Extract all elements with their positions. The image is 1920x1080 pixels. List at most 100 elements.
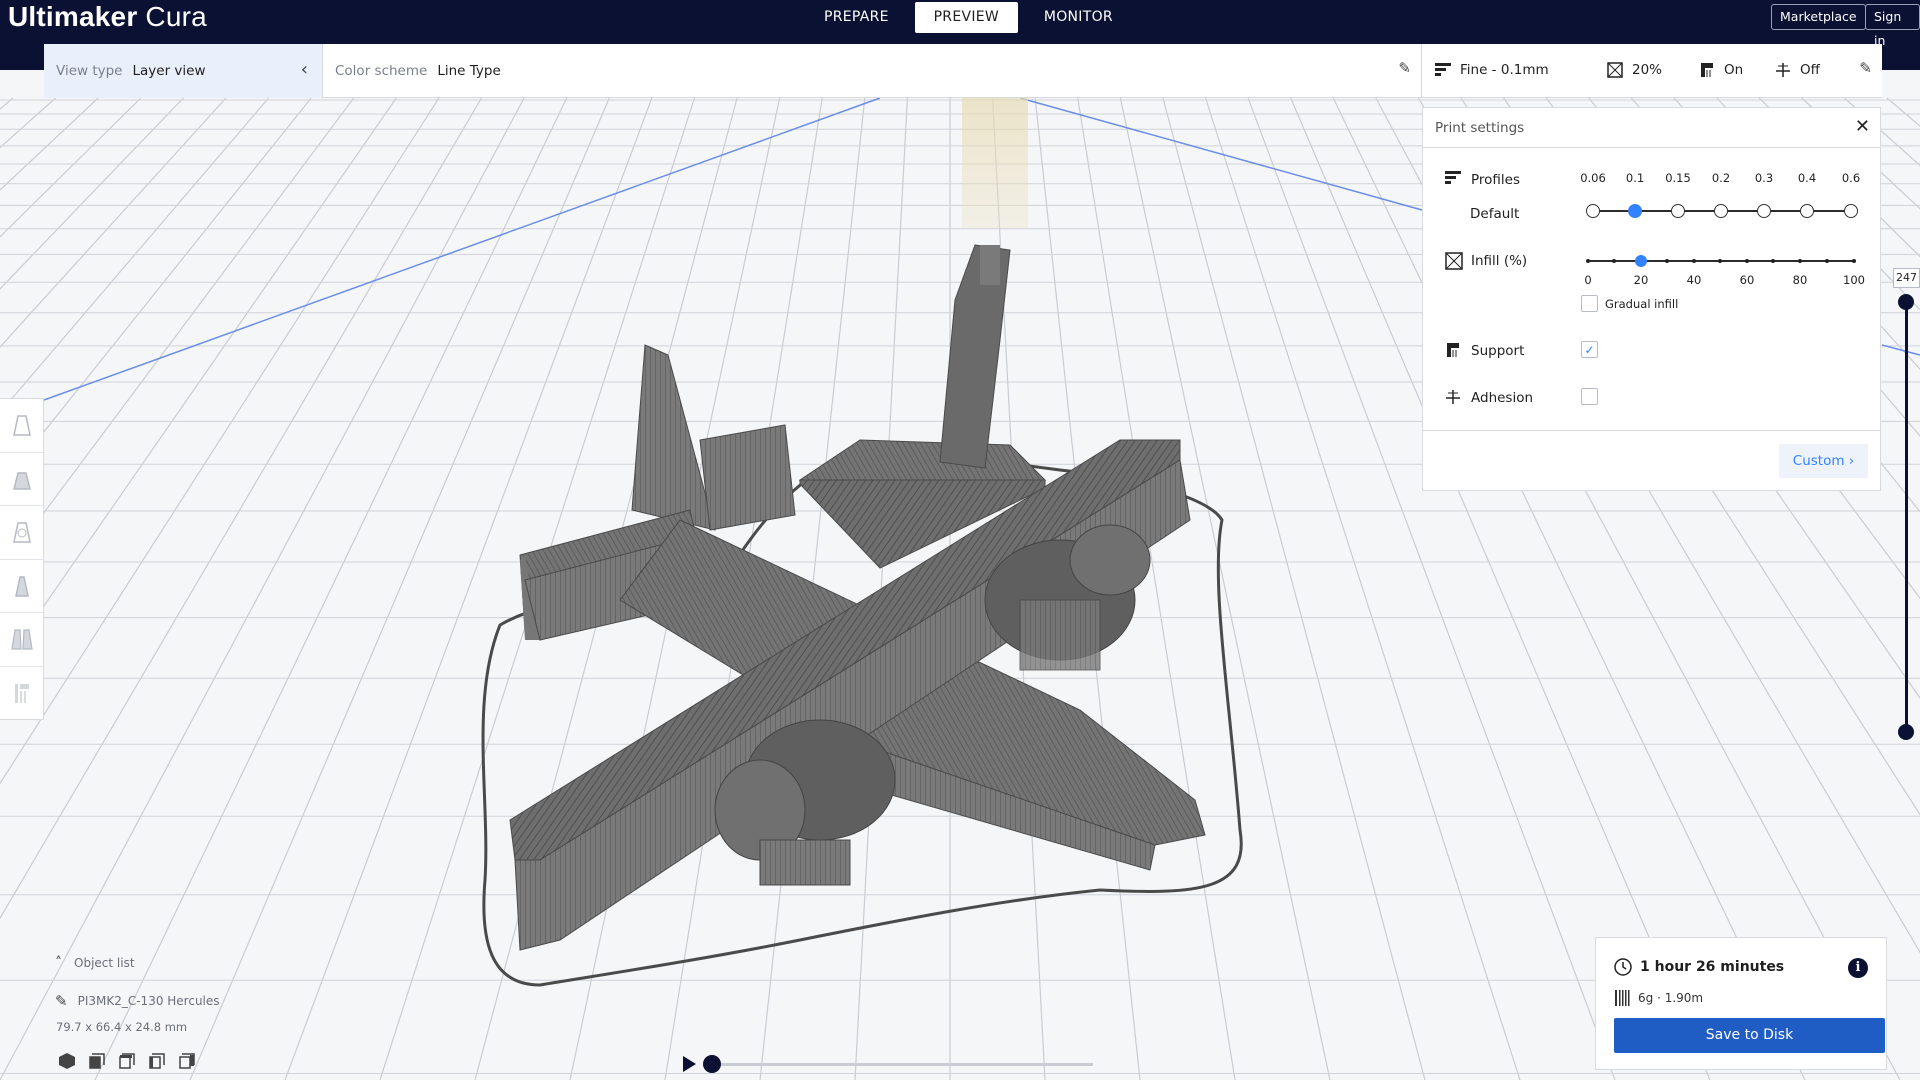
support-icon [1445,342,1463,360]
checkmark-icon: ✓ [1584,342,1595,357]
profile-slider-stop[interactable] [1671,204,1685,218]
object-list-label: Object list [74,956,135,970]
profile-slider-stop[interactable] [1757,204,1771,218]
support-summary: On [1698,61,1743,79]
profile-icon [1445,171,1463,189]
top-view-icon[interactable] [118,1052,136,1070]
profile-tick: 0.6 [1841,171,1861,185]
3d-view-icon[interactable] [58,1052,76,1070]
infill-tick: 0 [1584,273,1592,287]
profile-summary: Fine - 0.1mm [1434,61,1549,79]
color-scheme-label: Color scheme [335,63,428,79]
front-view-icon[interactable] [88,1052,106,1070]
print-time-value: 1 hour 26 minutes [1640,959,1785,975]
edit-pencil-icon[interactable]: ✎ [1398,59,1411,77]
object-name: PI3MK2_C-130 Hercules [77,994,220,1008]
per-model-settings-icon[interactable] [0,613,43,667]
adhesion-label: Adhesion [1471,390,1534,406]
profile-slider-stop[interactable] [1844,204,1858,218]
tab-prepare[interactable]: PREPARE [808,2,905,33]
nozzle-ghost [962,98,1028,228]
infill-icon [1445,252,1463,270]
stage-tabs: PREPARE PREVIEW MONITOR [808,2,1129,33]
pencil-icon: ✎ [55,992,68,1010]
layer-slider-bottom-handle[interactable] [1898,724,1914,740]
profile-slider-stop-selected[interactable] [1628,204,1642,218]
tab-preview[interactable]: PREVIEW [914,2,1018,33]
right-view-icon[interactable] [178,1052,196,1070]
info-icon[interactable]: i [1848,958,1868,978]
infill-slider-mark [1852,259,1856,263]
infill-tick: 40 [1686,273,1702,287]
profiles-label: Profiles [1471,172,1521,188]
mirror-tool-icon[interactable] [0,560,43,613]
profile-slider-stop[interactable] [1586,204,1600,218]
infill-slider-handle[interactable] [1635,255,1648,267]
rotate-tool-icon[interactable] [0,506,43,560]
left-tool-bar [0,398,44,720]
collapse-chevron-icon[interactable]: ‹ [301,59,308,80]
object-item[interactable]: ✎ PI3MK2_C-130 Hercules [55,992,220,1010]
view-type-value: Layer view [132,63,206,79]
profiles-row: Profiles [1445,171,1520,189]
profile-tick: 0.1 [1625,171,1645,185]
tab-monitor[interactable]: MONITOR [1028,2,1129,33]
profile-icon [1434,61,1452,79]
play-icon[interactable] [683,1056,696,1072]
profile-slider-stop[interactable] [1714,204,1728,218]
material-value: 6g · 1.90m [1638,991,1704,1005]
support-blocker-icon[interactable] [0,667,43,721]
layer-slider-track[interactable] [1905,298,1908,734]
support-icon [1698,61,1716,79]
object-list-toggle[interactable]: ˄ Object list [55,955,135,971]
infill-tick: 60 [1739,273,1755,287]
infill-slider-mark [1692,259,1696,263]
infill-slider-mark [1586,259,1590,263]
app-logo: Ultimaker Cura [8,1,207,32]
print-settings-summary[interactable]: Fine - 0.1mm 20% On Off ✎ [1422,44,1882,98]
infill-tick: 100 [1843,273,1865,287]
layer-slider-top-handle[interactable] [1898,294,1914,310]
view-options-bar: View type Layer view ‹ Color scheme Line… [44,44,1882,98]
layer-number-input[interactable]: 247 [1893,268,1920,288]
color-scheme-value: Line Type [437,63,501,79]
print-time: 1 hour 26 minutes [1614,958,1784,976]
profile-tick: 0.2 [1711,171,1731,185]
spool-icon [1614,989,1630,1007]
print-settings-header: Print settings ✕ [1423,108,1880,148]
move-tool-icon[interactable] [0,399,43,453]
color-scheme-selector[interactable]: Color scheme Line Type ✎ [323,44,1422,98]
gradual-infill-checkbox[interactable] [1581,295,1598,312]
scale-tool-icon[interactable] [0,453,43,506]
infill-icon [1606,61,1624,79]
save-to-disk-button[interactable]: Save to Disk [1614,1018,1885,1053]
simulation-track[interactable] [713,1063,1093,1066]
infill-summary: 20% [1606,61,1662,79]
sign-in-button[interactable]: Sign in [1865,4,1920,48]
view-type-selector[interactable]: View type Layer view ‹ [44,44,323,98]
simulation-handle[interactable] [703,1055,721,1073]
infill-slider-mark [1745,259,1749,263]
support-label: Support [1471,343,1525,359]
chevron-up-icon: ˄ [55,955,62,971]
edit-settings-pencil-icon[interactable]: ✎ [1859,59,1872,77]
camera-view-buttons [58,1052,196,1070]
print-settings-title: Print settings [1435,119,1525,136]
support-row: Support [1445,342,1524,360]
adhesion-summary: Off [1774,61,1820,79]
infill-slider-mark [1798,259,1802,263]
left-view-icon[interactable] [148,1052,166,1070]
custom-settings-button[interactable]: Custom › [1779,444,1868,478]
close-icon[interactable]: ✕ [1855,117,1870,137]
infill-slider-mark [1612,259,1616,263]
infill-label: Infill (%) [1471,253,1528,269]
marketplace-button[interactable]: Marketplace [1771,4,1866,30]
support-checkbox[interactable]: ✓ [1581,341,1598,358]
profile-slider-stop[interactable] [1800,204,1814,218]
engine-right-2 [1069,524,1151,596]
adhesion-checkbox[interactable] [1581,388,1598,405]
profile-tick: 0.4 [1797,171,1817,185]
infill-slider-mark [1665,259,1669,263]
infill-slider-mark [1825,259,1829,263]
profile-value: Fine - 0.1mm [1460,62,1549,78]
